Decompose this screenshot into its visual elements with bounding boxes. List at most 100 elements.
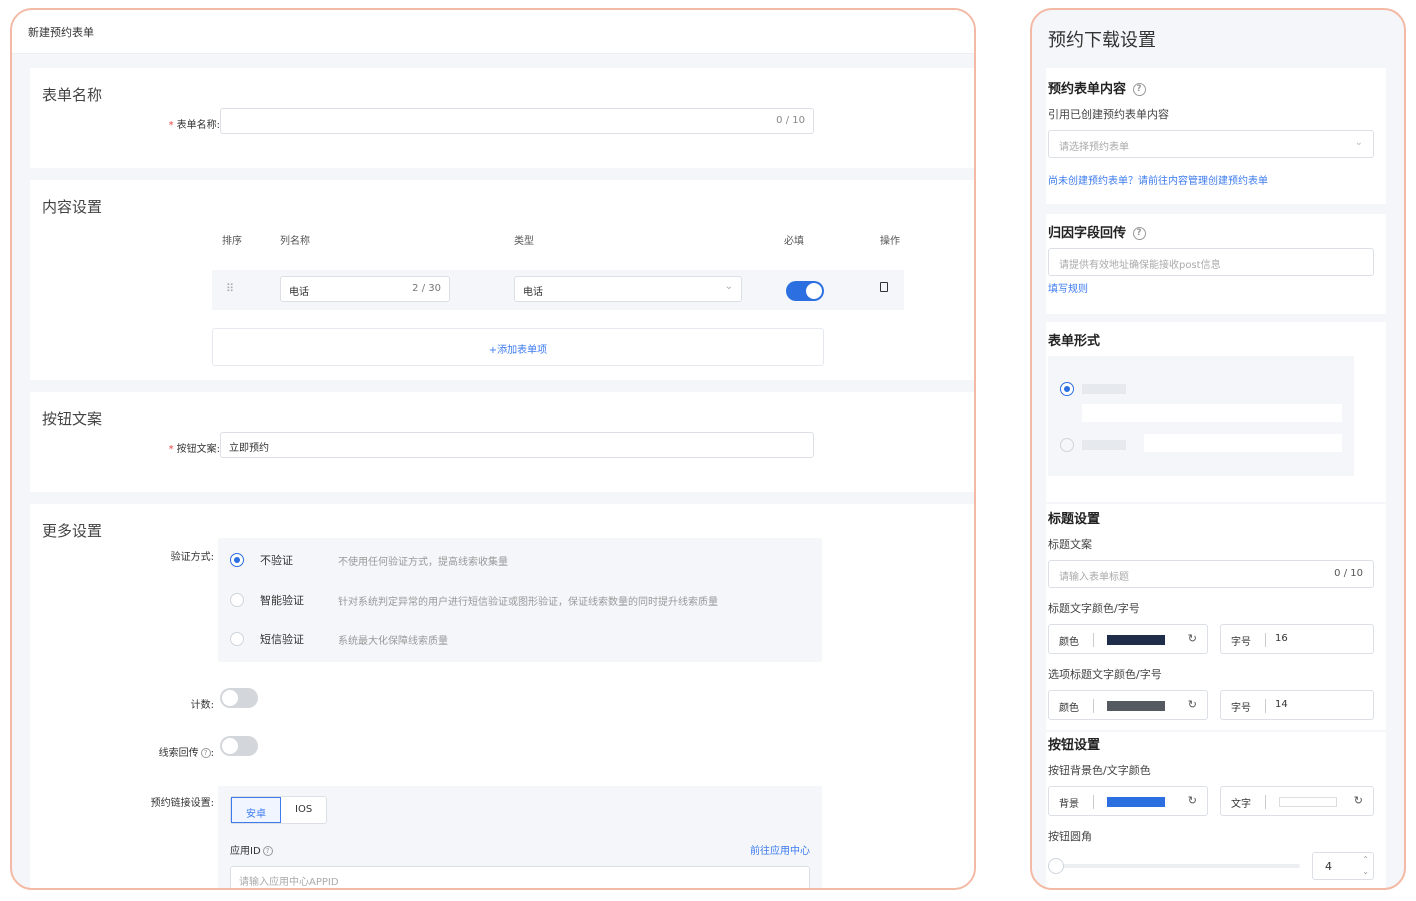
form-select[interactable]: 请选择预约表单 ⌄ bbox=[1048, 130, 1374, 158]
platform-tabs: 安卓 IOS bbox=[230, 796, 328, 824]
drag-handle-icon[interactable]: ⠿ bbox=[226, 282, 234, 295]
content-settings-card: 内容设置 排序 列名称 类型 必填 操作 ⠿ 电话 2 / 30 电话 ⌄ +添… bbox=[30, 180, 974, 380]
form-name-card: 表单名称 * 表单名称: 0 / 10 bbox=[30, 68, 974, 168]
delete-icon[interactable] bbox=[880, 282, 888, 292]
reset-icon[interactable]: ↻ bbox=[1188, 698, 1197, 711]
button-settings-card: 按钮设置 按钮背景色/文字颜色 背景 ↻ 文字 ↻ 按钮圆角 4 ⌃ ⌄ bbox=[1046, 732, 1386, 888]
placeholder-field bbox=[1144, 434, 1342, 452]
section-heading: 预约表单内容 ? bbox=[1048, 78, 1146, 97]
option-size-input[interactable]: 字号 14 bbox=[1220, 690, 1374, 720]
option-color-label: 选项标题文字颜色/字号 bbox=[1048, 668, 1162, 681]
section-title: 更多设置 bbox=[42, 522, 103, 540]
section-heading: 标题设置 bbox=[1048, 512, 1101, 527]
chevron-down-icon: ⌄ bbox=[1354, 137, 1363, 148]
tab-android[interactable]: 安卓 bbox=[231, 797, 281, 823]
title-input[interactable]: 请输入表单标题 0 / 10 bbox=[1048, 560, 1374, 588]
tab-ios[interactable]: IOS bbox=[281, 797, 326, 823]
app-center-link[interactable]: 前往应用中心 bbox=[750, 842, 810, 857]
section-heading: 表单形式 bbox=[1048, 334, 1101, 349]
download-settings-panel: 预约下载设置 预约表单内容 ? 引用已创建预约表单内容 请选择预约表单 ⌄ 尚未… bbox=[1030, 8, 1406, 890]
reset-icon[interactable]: ↻ bbox=[1188, 794, 1197, 807]
radio-button[interactable] bbox=[1060, 382, 1074, 396]
section-title: 按钮文案 bbox=[42, 410, 103, 428]
callback-toggle[interactable] bbox=[220, 736, 258, 756]
slider-handle[interactable] bbox=[1048, 858, 1064, 874]
table-row: ⠿ 电话 2 / 30 电话 ⌄ bbox=[212, 270, 904, 310]
title-settings-card: 标题设置 标题文案 请输入表单标题 0 / 10 标题文字颜色/字号 颜色 ↻ … bbox=[1046, 504, 1386, 730]
section-title: 内容设置 bbox=[42, 198, 103, 216]
placeholder-field bbox=[1082, 404, 1342, 422]
form-content-card: 预约表单内容 ? 引用已创建预约表单内容 请选择预约表单 ⌄ 尚未创建预约表单？… bbox=[1046, 68, 1386, 204]
verify-option[interactable]: 短信验证 系统最大化保障线索质量 bbox=[230, 629, 820, 649]
color-swatch bbox=[1279, 797, 1337, 807]
panel-title: 新建预约表单 bbox=[12, 10, 974, 54]
form-editor-panel: 新建预约表单 表单名称 * 表单名称: 0 / 10 内容设置 排序 列名称 类型… bbox=[10, 8, 976, 890]
verify-option[interactable]: 智能验证 针对系统判定异常的用户进行短信验证或图形验证，保证线索数量的同时提升线… bbox=[230, 590, 820, 610]
appid-label: 应用ID? bbox=[230, 842, 273, 857]
chevron-down-icon: ⌄ bbox=[724, 281, 733, 292]
help-icon: ? bbox=[262, 846, 273, 856]
button-text-card: 按钮文案 * 按钮文案: 立即预约 bbox=[30, 392, 974, 492]
create-form-link[interactable]: 尚未创建预约表单？请前往内容管理创建预约表单 bbox=[1048, 172, 1268, 187]
verify-options: 不验证 不使用任何验证方式，提高线索收集量 智能验证 针对系统判定异常的用户进行… bbox=[218, 538, 822, 662]
section-title: 表单名称 bbox=[42, 86, 103, 104]
radio-button[interactable] bbox=[230, 553, 244, 567]
attribution-card: 归因字段回传 ? 请提供有效地址确保能接收post信息 填写规则 bbox=[1046, 214, 1386, 314]
char-counter: 0 / 10 bbox=[1334, 568, 1363, 579]
radio-button[interactable] bbox=[230, 593, 244, 607]
color-swatch bbox=[1107, 797, 1165, 807]
fill-rules-link[interactable]: 填写规则 bbox=[1048, 280, 1088, 295]
color-swatch bbox=[1107, 701, 1165, 711]
link-settings-label: 预约链接设置: bbox=[150, 798, 214, 809]
title-color-label: 标题文字颜色/字号 bbox=[1048, 602, 1140, 615]
more-settings-card: 更多设置 验证方式: 不验证 不使用任何验证方式，提高线索收集量 智能验证 针对… bbox=[30, 504, 974, 888]
title-text-label: 标题文案 bbox=[1048, 538, 1092, 551]
required-toggle[interactable] bbox=[786, 281, 824, 301]
panel-title: 预约下载设置 bbox=[1048, 30, 1156, 51]
placeholder-bar bbox=[1082, 384, 1126, 394]
style-preview bbox=[1048, 356, 1354, 476]
sub-label: 引用已创建预约表单内容 bbox=[1048, 108, 1169, 121]
add-form-item-button[interactable]: +添加表单项 bbox=[212, 328, 824, 366]
verify-option[interactable]: 不验证 不使用任何验证方式，提高线索收集量 bbox=[230, 550, 820, 570]
reset-icon[interactable]: ↻ bbox=[1354, 794, 1363, 807]
verify-label: 验证方式: bbox=[170, 552, 214, 563]
radius-label: 按钮圆角 bbox=[1048, 830, 1092, 843]
section-heading: 归因字段回传 ? bbox=[1048, 222, 1146, 241]
button-bg-color-picker[interactable]: 背景 ↻ bbox=[1048, 786, 1208, 816]
button-text-input[interactable]: 立即预约 bbox=[220, 432, 814, 458]
title-color-picker[interactable]: 颜色 ↻ bbox=[1048, 624, 1208, 654]
callback-url-input[interactable]: 请提供有效地址确保能接收post信息 bbox=[1048, 248, 1374, 276]
radio-button[interactable] bbox=[1060, 438, 1074, 452]
radius-slider-track[interactable] bbox=[1048, 858, 1300, 874]
col-header-sort: 排序 bbox=[222, 236, 242, 247]
stepper-arrows-icon[interactable]: ⌃ ⌄ bbox=[1362, 854, 1369, 878]
button-text-label: * 按钮文案: bbox=[168, 444, 220, 455]
radio-button[interactable] bbox=[230, 632, 244, 646]
color-swatch bbox=[1107, 635, 1165, 645]
reset-icon[interactable]: ↻ bbox=[1188, 632, 1197, 645]
appid-input[interactable]: 请输入应用中心APPID bbox=[230, 866, 810, 888]
help-icon: ? bbox=[1132, 227, 1146, 240]
char-counter: 2 / 30 bbox=[412, 283, 441, 294]
col-header-name: 列名称 bbox=[280, 236, 310, 247]
column-name-input[interactable]: 电话 2 / 30 bbox=[280, 276, 450, 302]
col-header-required: 必填 bbox=[784, 236, 804, 247]
form-style-card: 表单形式 bbox=[1046, 322, 1386, 502]
button-text-color-picker[interactable]: 文字 ↻ bbox=[1220, 786, 1374, 816]
radius-stepper[interactable]: 4 ⌃ ⌄ bbox=[1312, 852, 1374, 880]
placeholder-bar bbox=[1082, 440, 1126, 450]
form-name-input[interactable]: 0 / 10 bbox=[220, 108, 814, 134]
link-settings-box: 安卓 IOS 应用ID? 前往应用中心 请输入应用中心APPID bbox=[218, 786, 822, 888]
col-header-action: 操作 bbox=[880, 236, 900, 247]
help-icon: ? bbox=[200, 748, 211, 758]
char-counter: 0 / 10 bbox=[776, 115, 805, 126]
count-label: 计数: bbox=[190, 700, 214, 711]
section-heading: 按钮设置 bbox=[1048, 738, 1101, 753]
callback-label: 线索回传?: bbox=[158, 748, 214, 759]
count-toggle[interactable] bbox=[220, 688, 258, 708]
type-select[interactable]: 电话 ⌄ bbox=[514, 276, 742, 302]
title-size-input[interactable]: 字号 16 bbox=[1220, 624, 1374, 654]
option-color-picker[interactable]: 颜色 ↻ bbox=[1048, 690, 1208, 720]
form-name-label: * 表单名称: bbox=[168, 120, 220, 131]
